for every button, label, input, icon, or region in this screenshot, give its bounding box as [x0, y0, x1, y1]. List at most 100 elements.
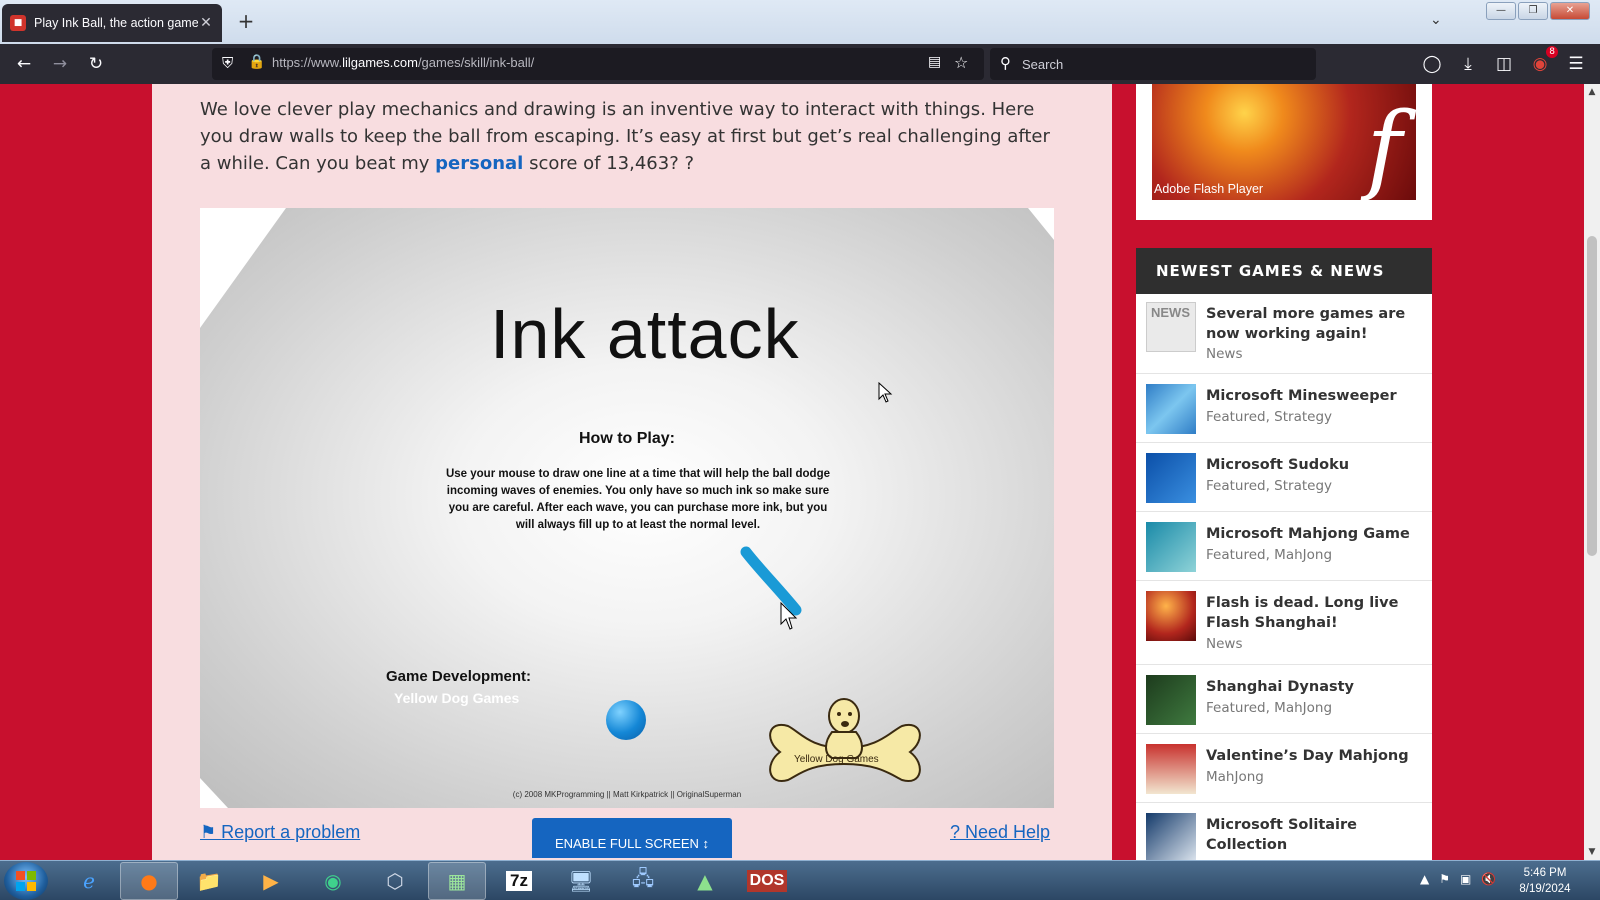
extensions-icon[interactable]: ◫ [1492, 52, 1516, 76]
solitaire-thumbnail [1146, 813, 1196, 860]
window-controls: — ❐ ✕ [1486, 2, 1590, 20]
ublock-icon[interactable]: ◉ 8 [1528, 46, 1558, 76]
canvas-corner [1028, 208, 1054, 240]
news-item-title[interactable]: Microsoft Sudoku [1206, 455, 1426, 475]
game-canvas[interactable]: Ink attack How to Play: Use your mouse t… [200, 208, 1054, 808]
file-explorer-icon[interactable]: 📁 [180, 862, 238, 900]
downloads-icon[interactable]: ⤓ [1456, 52, 1480, 76]
mahjong-thumbnail [1146, 522, 1196, 572]
canvas-corner [200, 208, 286, 328]
main-column: We love clever play mechanics and drawin… [152, 84, 1112, 860]
firefox-icon[interactable]: ● [120, 862, 178, 900]
game-actions-bar: ⚑ Report a problem ENABLE FULL SCREEN ↕ … [152, 816, 1112, 860]
menu-hamburger-icon[interactable]: ☰ [1564, 52, 1588, 76]
news-item[interactable]: Valentine’s Day Mahjong MahJong [1136, 734, 1432, 803]
search-input[interactable] [1022, 54, 1302, 74]
valentines-mahjong-thumbnail [1146, 744, 1196, 794]
action-center-flag-icon[interactable]: ⚑ [1439, 872, 1450, 886]
news-item[interactable]: NEWS Several more games are now working … [1136, 294, 1432, 374]
bookmark-star-icon[interactable]: ☆ [954, 53, 968, 72]
flash-player-card[interactable]: f Adobe Flash Player [1136, 84, 1432, 220]
back-arrow-icon[interactable]: ← [12, 52, 36, 76]
intro-text-end: score of 13,463? ? [523, 153, 695, 174]
start-button[interactable] [4, 862, 48, 900]
lock-icon[interactable]: 🔒 [248, 54, 265, 70]
news-item[interactable]: Microsoft Minesweeper Featured, Strategy [1136, 374, 1432, 443]
news-item[interactable]: Microsoft Solitaire Collection [1136, 803, 1432, 860]
close-window-button[interactable]: ✕ [1550, 2, 1590, 20]
media-player-icon[interactable]: ▶ [242, 862, 300, 900]
address-bar[interactable]: ⛨ 🔒 https://www.lilgames.com/games/skill… [212, 48, 984, 80]
news-item-category[interactable]: Featured, MahJong [1206, 700, 1332, 716]
system-tray: ▲ ⚑ ▣ 🔇 [1420, 872, 1496, 886]
news-item[interactable]: Microsoft Sudoku Featured, Strategy [1136, 443, 1432, 512]
pocket-icon[interactable]: ◯ [1420, 52, 1444, 76]
list-tabs-chevron-icon[interactable]: ⌄ [1430, 12, 1442, 28]
news-item-category[interactable]: News [1206, 636, 1242, 652]
news-item-title[interactable]: Several more games are now working again… [1206, 304, 1426, 344]
chart-app-icon[interactable]: ▲ [676, 862, 734, 900]
news-item[interactable]: Flash is dead. Long live Flash Shanghai!… [1136, 581, 1432, 665]
news-item-category[interactable]: News [1206, 346, 1242, 362]
news-item-title[interactable]: Shanghai Dynasty [1206, 677, 1426, 697]
page-scrollbar[interactable]: ▲ ▼ [1584, 84, 1600, 860]
news-item-title[interactable]: Valentine’s Day Mahjong [1206, 746, 1426, 766]
enable-fullscreen-button[interactable]: ENABLE FULL SCREEN ↕ [532, 818, 732, 858]
scrollbar-thumb[interactable] [1587, 236, 1597, 556]
reader-view-icon[interactable]: ▤ [928, 54, 941, 70]
news-item-category[interactable]: Featured, MahJong [1206, 547, 1332, 563]
7zip-icon[interactable]: 7z [490, 862, 548, 900]
shield-icon[interactable]: ⛨ [222, 54, 233, 72]
app-globe-icon[interactable]: ◉ [304, 862, 362, 900]
network-icon[interactable]: 🖧 [614, 862, 672, 900]
news-item-category[interactable]: MahJong [1206, 769, 1264, 785]
flash-shanghai-thumbnail [1146, 591, 1196, 641]
personal-link[interactable]: personal [435, 153, 523, 174]
ink-stroke [740, 546, 802, 616]
close-tab-icon[interactable]: ✕ [198, 15, 214, 31]
forward-arrow-icon[interactable]: → [48, 52, 72, 76]
url-path: /games/skill/ink-ball/ [417, 55, 535, 70]
news-item-category[interactable]: Featured, Strategy [1206, 409, 1332, 425]
how-to-play-heading: How to Play: [578, 430, 675, 447]
network-tray-icon[interactable]: ▣ [1460, 872, 1471, 886]
active-tab[interactable]: ■ Play Ink Ball, the action game | ✕ [2, 4, 222, 42]
clock-date: 8/19/2024 [1519, 883, 1571, 895]
taskbar-clock[interactable]: 5:46 PM 8/19/2024 [1510, 865, 1580, 897]
search-bar[interactable]: ⚲ [990, 48, 1316, 80]
report-problem-link[interactable]: ⚑ Report a problem [200, 822, 360, 843]
url-text[interactable]: https://www.lilgames.com/games/skill/ink… [272, 55, 534, 70]
virtualbox-icon[interactable]: ⬡ [366, 862, 424, 900]
windows-taskbar: ℯ ● 📁 ▶ ◉ ⬡ ▦ 7z 🖥 🖧 ▲ DOS ▲ ⚑ ▣ 🔇 5:46 … [0, 860, 1600, 900]
site-favicon-icon: ■ [10, 15, 26, 31]
news-item-title[interactable]: Microsoft Mahjong Game [1206, 524, 1426, 544]
tab-title: Play Ink Ball, the action game | [34, 16, 198, 30]
news-item-title[interactable]: Microsoft Minesweeper [1206, 386, 1426, 406]
search-icon: ⚲ [1000, 54, 1011, 72]
scroll-up-icon[interactable]: ▲ [1584, 84, 1600, 100]
news-heading: NEWEST GAMES & NEWS [1136, 248, 1432, 294]
task-manager-icon[interactable]: ▦ [428, 862, 486, 900]
restore-button[interactable]: ❐ [1518, 2, 1548, 20]
computer-icon[interactable]: 🖥 [552, 862, 610, 900]
news-item-title[interactable]: Microsoft Solitaire Collection [1206, 815, 1426, 855]
tray-expand-icon[interactable]: ▲ [1420, 872, 1429, 886]
dog-logo-text: Yellow Dog Games [794, 754, 879, 765]
mouse-cursor-icon [878, 382, 893, 403]
minimize-button[interactable]: — [1486, 2, 1516, 20]
news-item[interactable]: Shanghai Dynasty Featured, MahJong [1136, 665, 1432, 734]
need-help-link[interactable]: ? Need Help [950, 822, 1050, 843]
minesweeper-thumbnail [1146, 384, 1196, 434]
internet-explorer-icon[interactable]: ℯ [60, 862, 118, 900]
dosbox-icon[interactable]: DOS [738, 862, 796, 900]
scroll-down-icon[interactable]: ▼ [1584, 844, 1600, 860]
yellow-dog-logo: Yellow Dog Games [769, 698, 921, 783]
news-item-title[interactable]: Flash is dead. Long live Flash Shanghai! [1206, 593, 1426, 633]
new-tab-button[interactable]: + [234, 10, 258, 34]
volume-muted-icon[interactable]: 🔇 [1481, 872, 1496, 886]
reload-icon[interactable]: ↻ [84, 52, 108, 76]
flash-player-image[interactable]: f Adobe Flash Player [1152, 84, 1416, 200]
news-item[interactable]: Microsoft Mahjong Game Featured, MahJong [1136, 512, 1432, 581]
news-item-category[interactable]: Featured, Strategy [1206, 478, 1332, 494]
flash-logo-icon: f [1366, 92, 1402, 200]
